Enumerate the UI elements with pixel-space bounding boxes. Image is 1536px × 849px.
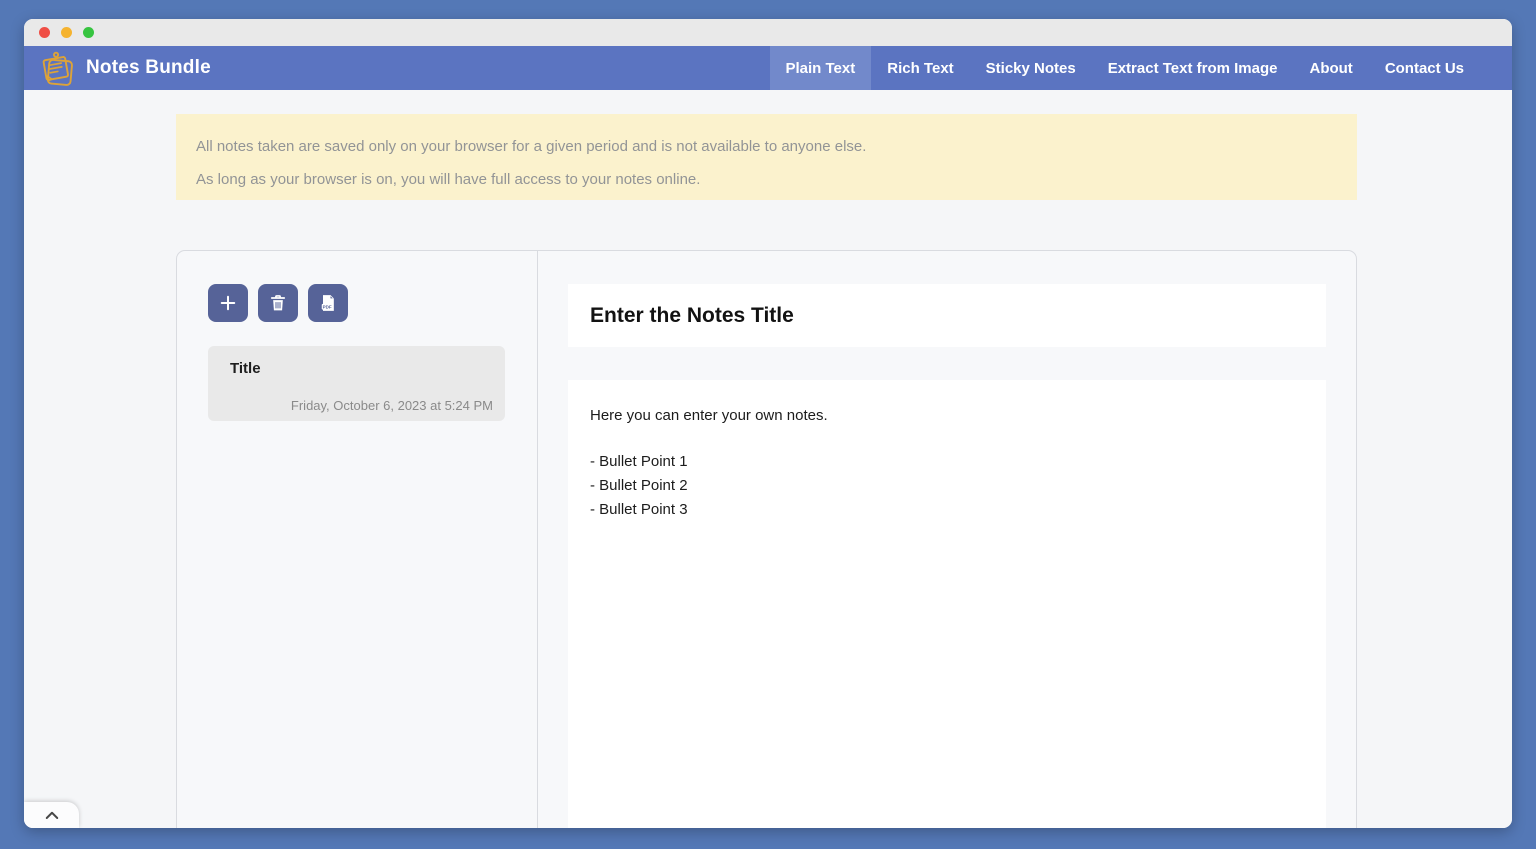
window-titlebar xyxy=(24,19,1512,46)
brand-title: Notes Bundle xyxy=(86,57,211,79)
note-list-item[interactable]: Title Friday, October 6, 2023 at 5:24 PM xyxy=(208,346,505,421)
close-window-button[interactable] xyxy=(39,27,50,38)
desktop-background: Notes Bundle Plain Text Rich Text Sticky… xyxy=(0,0,1536,849)
brand[interactable]: Notes Bundle xyxy=(38,46,211,90)
notice-line-2: As long as your browser is on, you will … xyxy=(196,163,1337,196)
note-body-paragraph: Here you can enter your own notes. xyxy=(590,404,1304,428)
main-navigation: Plain Text Rich Text Sticky Notes Extrac… xyxy=(770,46,1481,90)
browser-window: Notes Bundle Plain Text Rich Text Sticky… xyxy=(24,19,1512,828)
app-navbar: Notes Bundle Plain Text Rich Text Sticky… xyxy=(24,46,1512,90)
note-title-input[interactable]: Enter the Notes Title xyxy=(568,284,1326,347)
svg-text:PDF: PDF xyxy=(323,305,332,310)
export-pdf-button[interactable]: PDF xyxy=(308,284,348,322)
notes-toolbar: PDF xyxy=(208,284,505,322)
page-content: All notes taken are saved only on your b… xyxy=(24,90,1512,828)
note-title-text: Enter the Notes Title xyxy=(590,304,794,328)
scroll-to-top-button[interactable] xyxy=(24,802,79,828)
maximize-window-button[interactable] xyxy=(83,27,94,38)
trash-icon xyxy=(268,293,288,313)
nav-tab-about[interactable]: About xyxy=(1293,46,1368,90)
note-item-title: Title xyxy=(230,360,493,377)
note-body-bullet-2: - Bullet Point 2 xyxy=(590,474,1304,498)
notes-sidebar: PDF Title Friday, October 6, 2023 at 5:2… xyxy=(177,251,538,828)
add-note-button[interactable] xyxy=(208,284,248,322)
plus-icon xyxy=(218,293,238,313)
chevron-up-icon xyxy=(43,808,61,822)
nav-tab-contact-us[interactable]: Contact Us xyxy=(1369,46,1480,90)
notes-panel: PDF Title Friday, October 6, 2023 at 5:2… xyxy=(176,250,1357,828)
notes-bundle-logo-icon xyxy=(38,50,76,88)
minimize-window-button[interactable] xyxy=(61,27,72,38)
nav-tab-sticky-notes[interactable]: Sticky Notes xyxy=(970,46,1092,90)
note-body-bullet-1: - Bullet Point 1 xyxy=(590,450,1304,474)
nav-tab-plain-text[interactable]: Plain Text xyxy=(770,46,872,90)
note-editor: Enter the Notes Title Here you can enter… xyxy=(538,251,1356,828)
privacy-notice-banner: All notes taken are saved only on your b… xyxy=(176,114,1357,200)
notice-line-1: All notes taken are saved only on your b… xyxy=(196,130,1337,163)
delete-note-button[interactable] xyxy=(258,284,298,322)
note-body-bullet-3: - Bullet Point 3 xyxy=(590,498,1304,522)
note-body-blank-line xyxy=(590,428,1304,450)
nav-tab-extract-text-from-image[interactable]: Extract Text from Image xyxy=(1092,46,1294,90)
nav-tab-rich-text[interactable]: Rich Text xyxy=(871,46,969,90)
note-item-timestamp: Friday, October 6, 2023 at 5:24 PM xyxy=(291,398,493,413)
note-body-input[interactable]: Here you can enter your own notes. - Bul… xyxy=(568,380,1326,828)
pdf-file-icon: PDF xyxy=(318,293,338,313)
